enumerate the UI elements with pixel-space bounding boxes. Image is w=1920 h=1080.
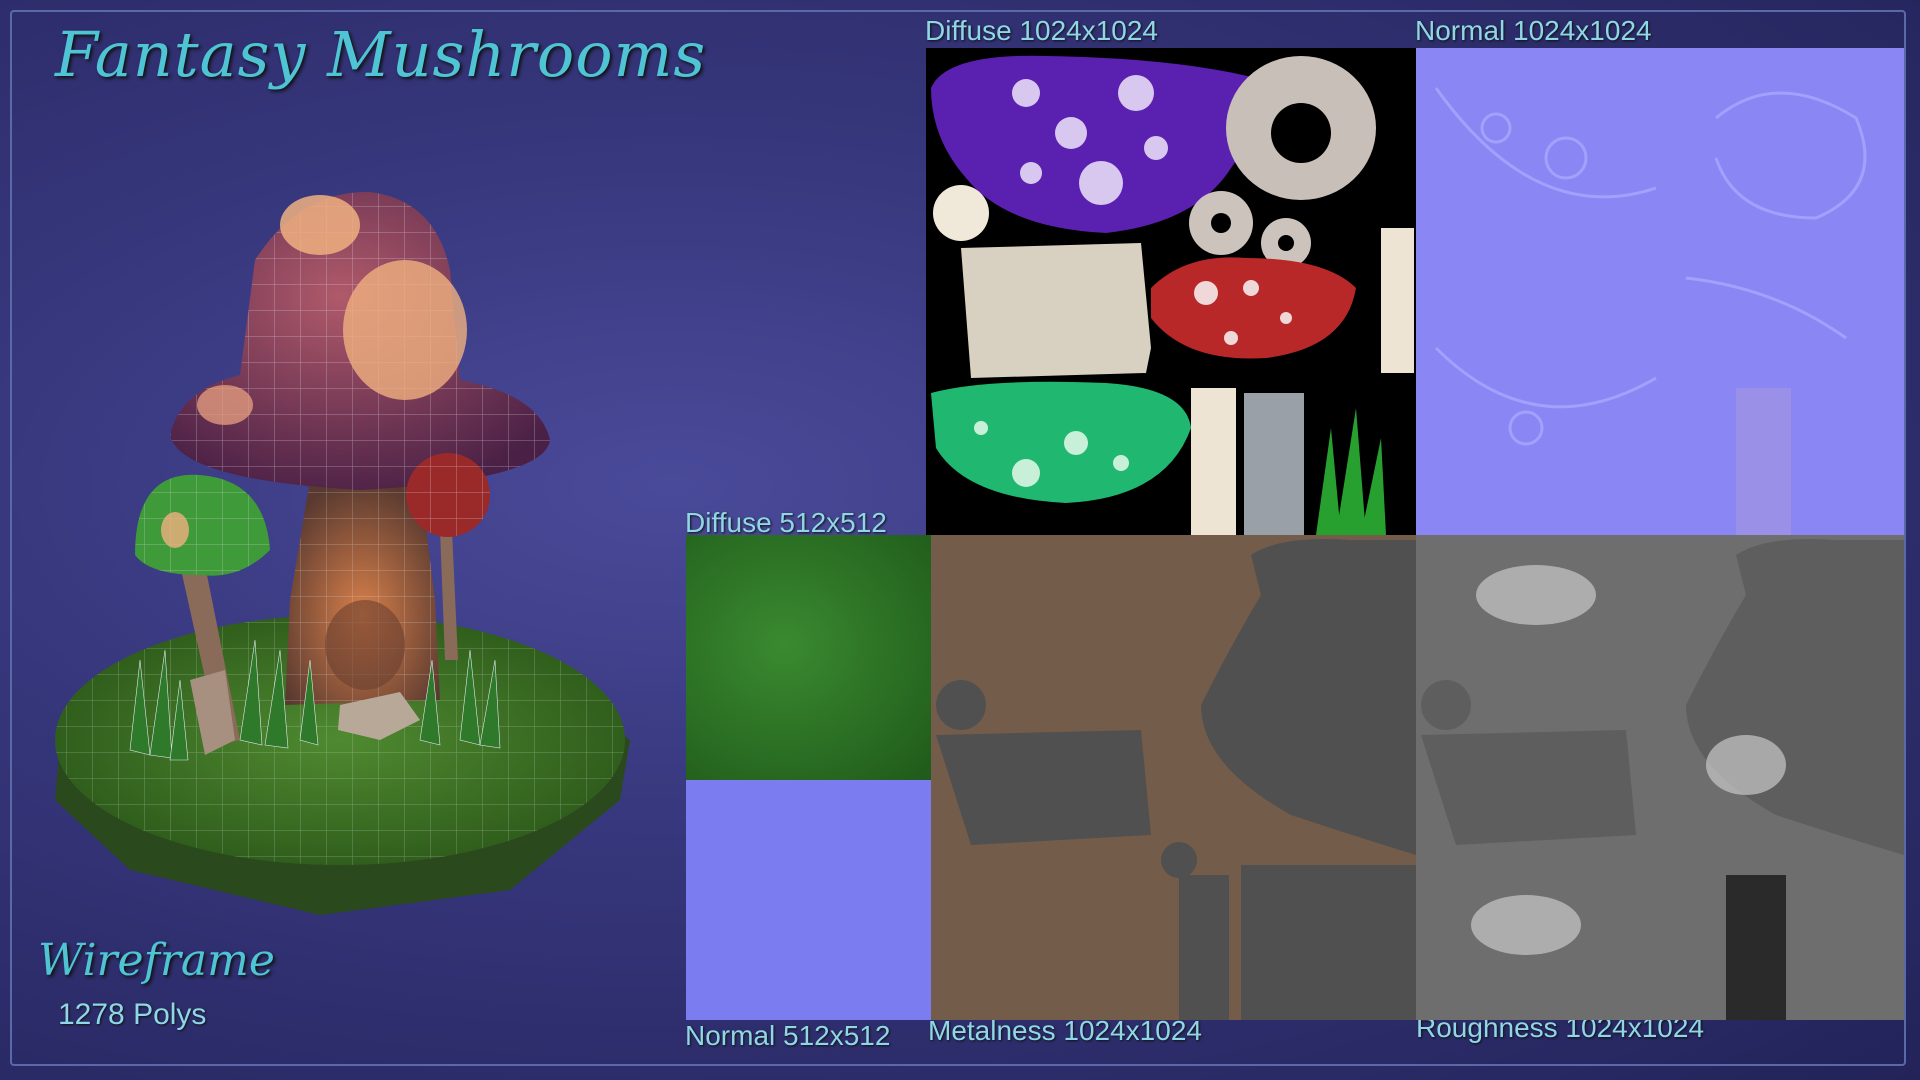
roughness-texture <box>1416 535 1904 1020</box>
render-label: Wireframe <box>38 935 275 986</box>
diffuse-small-texture <box>686 535 931 780</box>
page-title: Fantasy Mushrooms <box>55 18 707 91</box>
diffuse-large-texture <box>926 48 1416 535</box>
normal-large-texture <box>1416 48 1904 535</box>
mushroom-render <box>40 180 660 940</box>
label-diffuse-large: Diffuse 1024x1024 <box>925 15 1158 46</box>
label-normal-small: Normal 512x512 <box>685 1020 891 1051</box>
poly-count: 1278 Polys <box>58 998 207 1031</box>
metalness-texture <box>931 535 1416 1020</box>
normal-small-texture <box>686 780 931 1020</box>
label-normal-large: Normal 1024x1024 <box>1415 15 1652 46</box>
